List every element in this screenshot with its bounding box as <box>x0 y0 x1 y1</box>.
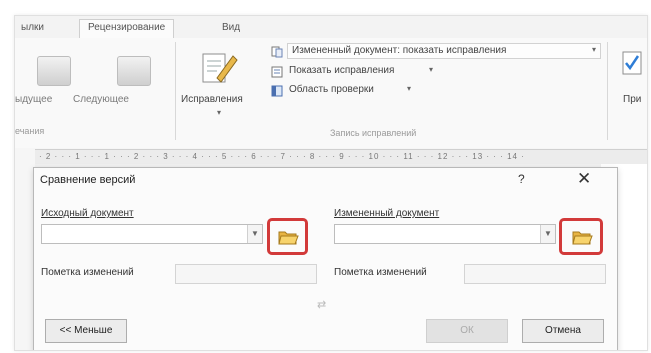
original-label-changes-label: Пометка изменений <box>41 267 134 278</box>
cancel-button[interactable]: Отмена <box>522 319 604 343</box>
group-separator <box>607 42 608 140</box>
original-document-label: Исходный документ <box>41 208 134 219</box>
original-label-changes-field[interactable] <box>175 264 317 284</box>
show-markup-button[interactable]: Показать исправления <box>289 65 394 76</box>
revised-document-label: Измененный документ <box>334 208 440 219</box>
previous-comment-icon[interactable] <box>37 56 71 86</box>
ok-button[interactable]: ОК <box>426 319 508 343</box>
track-changes-button[interactable]: Исправления <box>181 94 243 105</box>
display-review-icon <box>271 46 283 58</box>
chevron-down-icon[interactable]: ▾ <box>407 84 411 93</box>
tracking-group-label: Запись исправлений <box>330 128 417 138</box>
chevron-down-icon[interactable]: ▼ <box>247 225 262 243</box>
tab-review[interactable]: Рецензирование <box>79 19 175 39</box>
reviewing-pane-button[interactable]: Область проверки <box>289 84 374 95</box>
track-changes-icon[interactable] <box>199 48 239 86</box>
tab-view[interactable]: Вид <box>222 22 240 33</box>
compare-versions-dialog: Сравнение версий ? ✕ Исходный документ ▼… <box>33 167 618 350</box>
chevron-down-icon[interactable]: ▾ <box>217 108 221 117</box>
open-folder-icon[interactable] <box>571 226 593 248</box>
ribbon: ыдущее Следующее ечания Исправления ▾ Из… <box>15 38 647 148</box>
previous-button[interactable]: ыдущее <box>15 94 52 105</box>
revised-label-changes-field[interactable] <box>464 264 606 284</box>
dialog-title: Сравнение версий <box>40 174 136 186</box>
chevron-down-icon[interactable]: ▾ <box>429 65 433 74</box>
show-markup-icon <box>271 66 283 78</box>
ribbon-tabs: ылки Рецензирование Вид <box>15 16 647 39</box>
reviewing-pane-icon <box>271 85 283 97</box>
swap-documents-icon[interactable]: ⇄ <box>317 298 326 311</box>
comments-group-label: ечания <box>15 126 45 136</box>
group-separator <box>175 42 176 140</box>
accept-icon[interactable] <box>621 50 643 76</box>
original-document-combo[interactable]: ▼ <box>41 224 263 244</box>
open-folder-icon[interactable] <box>277 226 299 248</box>
help-button[interactable]: ? <box>518 172 525 186</box>
tab-references[interactable]: ылки <box>21 22 44 33</box>
less-button[interactable]: << Меньше <box>45 319 127 343</box>
next-button[interactable]: Следующее <box>73 94 129 105</box>
chevron-down-icon: ▾ <box>591 45 596 54</box>
revised-document-combo[interactable]: ▼ <box>334 224 556 244</box>
accept-button[interactable]: При <box>623 94 641 105</box>
screenshot-frame: ылки Рецензирование Вид ыдущее Следующее… <box>0 0 651 353</box>
display-for-review-select[interactable]: Измененный документ: показать исправлени… <box>287 43 601 59</box>
revised-label-changes-label: Пометка изменений <box>334 267 427 278</box>
word-window: ылки Рецензирование Вид ыдущее Следующее… <box>14 15 648 351</box>
chevron-down-icon[interactable]: ▼ <box>540 225 555 243</box>
horizontal-ruler: · 2 · · · 1 · · · 1 · · · 2 · · · 3 · · … <box>35 149 647 165</box>
next-comment-icon[interactable] <box>117 56 151 86</box>
close-icon[interactable]: ✕ <box>577 169 591 189</box>
